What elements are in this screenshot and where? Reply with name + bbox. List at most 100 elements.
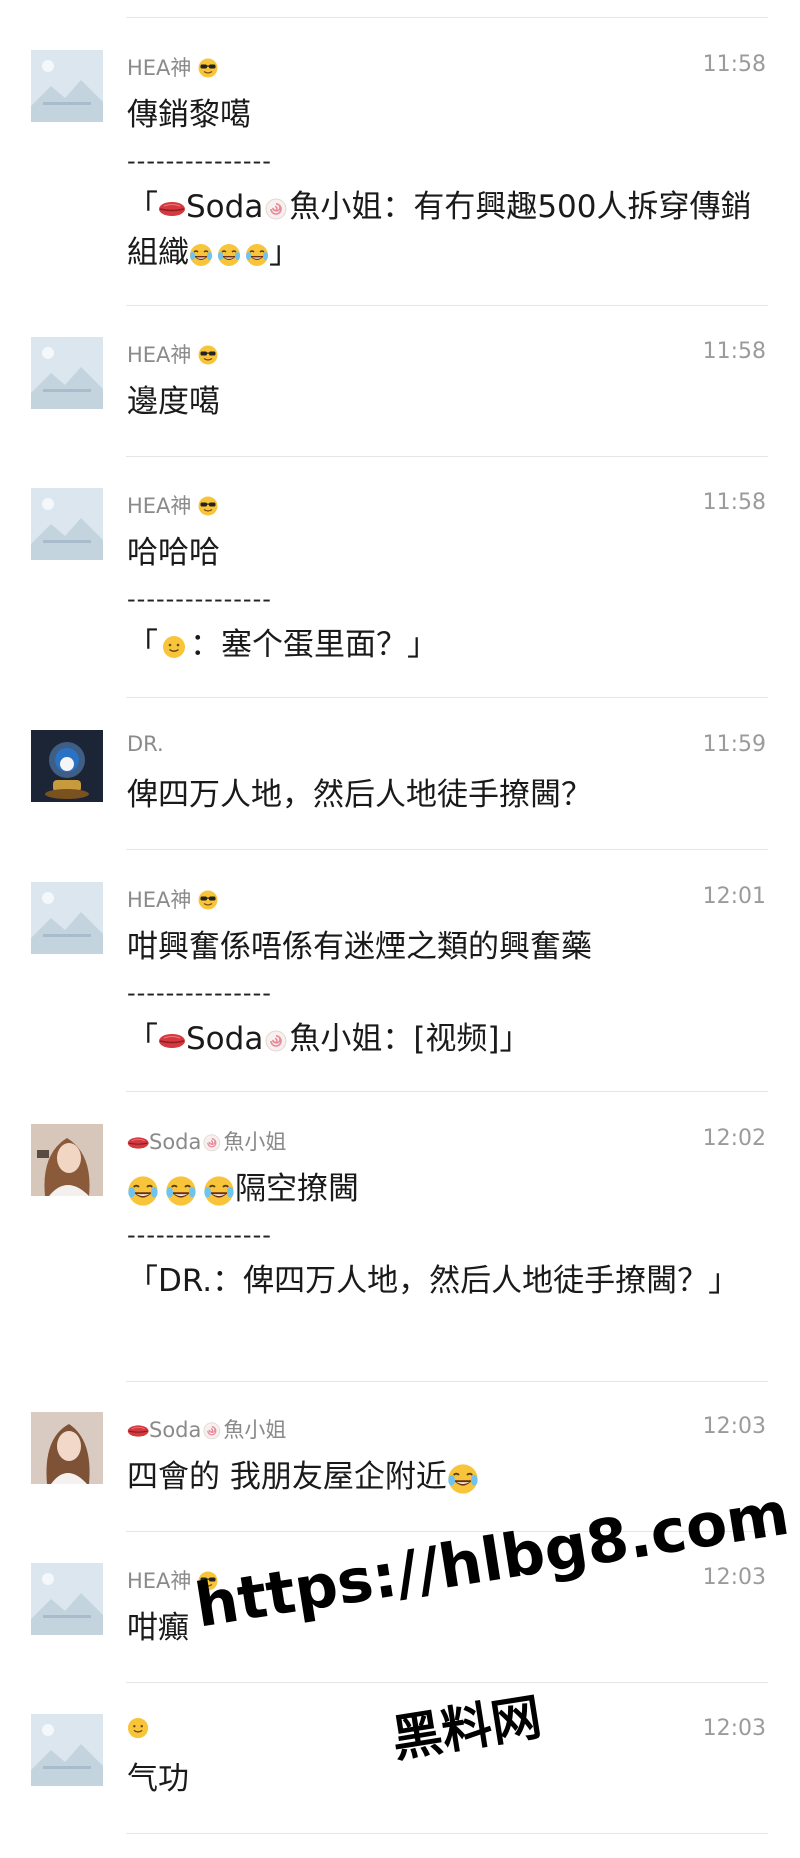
sender-name: HEA神 bbox=[127, 52, 219, 82]
message-text: 隔空撩閪 bbox=[235, 1171, 359, 1207]
sender-name: HEA神 bbox=[127, 490, 219, 520]
quote-open: 「 bbox=[127, 189, 158, 225]
fish-cake-icon bbox=[203, 1134, 221, 1152]
quoted-message: 「DR.：俾四万人地，然后人地徒手撩閪？」 bbox=[127, 1263, 740, 1299]
message-content: 傳銷黎噶 --------------- 「Soda 魚小姐：有冇興趣500人拆穿… bbox=[127, 92, 767, 276]
avatar[interactable] bbox=[31, 50, 103, 122]
fish-cake-icon bbox=[265, 197, 288, 220]
sender-name: HEA神 bbox=[127, 884, 219, 914]
laughing-crying-icon bbox=[189, 242, 213, 267]
sender-label: DR. bbox=[127, 732, 164, 756]
sender-label: Soda bbox=[149, 1418, 202, 1442]
quote-sender-b: 魚小姐 bbox=[289, 1021, 383, 1057]
sender-name: DR. bbox=[127, 732, 164, 756]
cool-sunglasses-icon bbox=[198, 345, 219, 365]
message-content: 俾四万人地，然后人地徒手撩閪？ bbox=[127, 772, 767, 818]
laughing-crying-icon bbox=[127, 1174, 159, 1207]
message-time: 11:59 bbox=[702, 732, 766, 757]
message-text: 四會的 我朋友屋企附近 bbox=[127, 1459, 447, 1495]
message-time: 11:58 bbox=[702, 490, 766, 515]
fish-cake-icon bbox=[265, 1029, 288, 1052]
smiley-face-icon bbox=[162, 634, 186, 659]
avatar[interactable] bbox=[31, 882, 103, 954]
message-content: 哈哈哈 --------------- 「 ：塞个蛋里面？」 bbox=[127, 530, 767, 668]
quoted-message: 「Soda 魚小姐：有冇興趣500人拆穿傳銷組織」 bbox=[127, 184, 767, 276]
laughing-crying-icon bbox=[203, 1174, 235, 1207]
quote-open: 「 bbox=[127, 1021, 158, 1057]
sender-name: Soda 魚小姐 bbox=[127, 1414, 286, 1444]
message-text-line: 四會的 我朋友屋企附近 bbox=[127, 1454, 767, 1500]
cool-sunglasses-icon bbox=[198, 58, 219, 78]
message-time: 12:03 bbox=[702, 1565, 766, 1590]
divider bbox=[126, 1833, 768, 1834]
quote-divider: --------------- bbox=[127, 979, 272, 1007]
message-content: 邊度噶 bbox=[127, 379, 767, 425]
divider bbox=[126, 697, 768, 698]
sender-label: HEA神 bbox=[127, 343, 192, 367]
quote-divider: --------------- bbox=[127, 585, 272, 613]
sender-name: Soda 魚小姐 bbox=[127, 1126, 286, 1156]
message-content: 隔空撩閪 --------------- 「DR.：俾四万人地，然后人地徒手撩閪… bbox=[127, 1166, 767, 1304]
sender-label-b: 魚小姐 bbox=[223, 1130, 287, 1154]
photo-avatar bbox=[31, 730, 103, 802]
cool-sunglasses-icon bbox=[198, 890, 219, 910]
sender-label-b: 魚小姐 bbox=[223, 1418, 287, 1442]
divider bbox=[126, 17, 768, 18]
message-content: 四會的 我朋友屋企附近 bbox=[127, 1454, 767, 1500]
message-time: 12:01 bbox=[702, 884, 766, 909]
sender-label: HEA神 bbox=[127, 888, 192, 912]
sender-name bbox=[127, 1716, 149, 1740]
quote-text: ：塞个蛋里面？」 bbox=[190, 627, 438, 663]
sender-name: HEA神 bbox=[127, 339, 219, 369]
laughing-crying-icon bbox=[447, 1462, 479, 1495]
lips-icon bbox=[127, 1424, 149, 1438]
smiley-face-icon bbox=[127, 1717, 149, 1739]
message-content: 咁興奮係唔係有迷煙之類的興奮藥 --------------- 「 Soda 魚小姐… bbox=[127, 924, 767, 1062]
avatar[interactable] bbox=[31, 1714, 103, 1786]
avatar[interactable] bbox=[31, 1412, 103, 1484]
quoted-message: 「 ：塞个蛋里面？」 bbox=[127, 622, 767, 668]
quote-close: 」 bbox=[269, 235, 300, 271]
message-text: 咁興奮係唔係有迷煙之類的興奮藥 bbox=[127, 929, 592, 965]
message-text: 邊度噶 bbox=[127, 384, 220, 420]
fish-cake-icon bbox=[203, 1422, 221, 1440]
avatar[interactable] bbox=[31, 1563, 103, 1635]
message-time: 11:58 bbox=[702, 339, 766, 364]
avatar[interactable] bbox=[31, 488, 103, 560]
quote-text: ：[视频]」 bbox=[382, 1021, 531, 1057]
laughing-crying-icon bbox=[217, 242, 241, 267]
laughing-crying-icon bbox=[165, 1174, 197, 1207]
message-text: 傳銷黎噶 bbox=[127, 97, 251, 133]
laughing-crying-icon bbox=[245, 242, 269, 267]
lips-icon bbox=[127, 1136, 149, 1150]
message-text: 俾四万人地，然后人地徒手撩閪？ bbox=[127, 777, 592, 813]
sender-label: HEA神 bbox=[127, 494, 192, 518]
quoted-message: 「 Soda 魚小姐：[视频]」 bbox=[127, 1016, 767, 1062]
message-time: 12:03 bbox=[702, 1414, 766, 1439]
chat-history-screen: HEA神 11:58 傳銷黎噶 --------------- 「 Soda 魚小姐… bbox=[0, 0, 800, 1858]
divider bbox=[126, 456, 768, 457]
lips-icon bbox=[158, 1032, 186, 1049]
divider bbox=[126, 1682, 768, 1683]
avatar[interactable] bbox=[31, 337, 103, 409]
quote-open: 「 bbox=[127, 627, 158, 663]
quote-sender-a: Soda bbox=[186, 1021, 264, 1057]
quote-sender-a: Soda bbox=[186, 189, 264, 225]
sender-label: Soda bbox=[149, 1130, 202, 1154]
cool-sunglasses-icon bbox=[198, 496, 219, 516]
message-time: 12:03 bbox=[702, 1716, 766, 1741]
photo-avatar bbox=[31, 1124, 103, 1196]
message-text-line: 隔空撩閪 bbox=[127, 1166, 767, 1212]
avatar[interactable] bbox=[31, 730, 103, 802]
message-time: 12:02 bbox=[702, 1126, 766, 1151]
quote-divider: --------------- bbox=[127, 147, 272, 175]
avatar[interactable] bbox=[31, 1124, 103, 1196]
quote-divider: --------------- bbox=[127, 1221, 272, 1249]
message-time: 11:58 bbox=[702, 52, 766, 77]
divider bbox=[126, 849, 768, 850]
sender-label: HEA神 bbox=[127, 1569, 192, 1593]
divider bbox=[126, 1381, 768, 1382]
divider bbox=[126, 1091, 768, 1092]
quote-sender-b: 魚小姐 bbox=[289, 189, 383, 225]
sender-label: HEA神 bbox=[127, 56, 192, 80]
